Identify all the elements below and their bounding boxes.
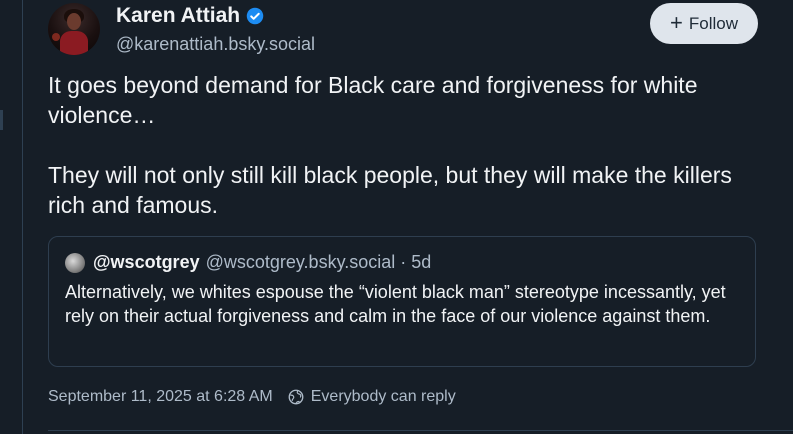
author-avatar[interactable] — [48, 3, 100, 55]
globe-icon — [288, 389, 304, 405]
author-handle[interactable]: @karenattiah.bsky.social — [116, 34, 315, 55]
follow-button[interactable]: + Follow — [650, 3, 758, 44]
avatar-dress — [60, 31, 88, 55]
plus-icon: + — [670, 9, 683, 35]
reply-setting[interactable]: Everybody can reply — [311, 388, 456, 406]
author-name-row: Karen Attiah — [116, 4, 264, 28]
quoted-post[interactable]: @wscotgrey @wscotgrey.bsky.social · 5d A… — [48, 236, 756, 367]
avatar-face — [67, 13, 81, 30]
quoted-author-avatar[interactable] — [65, 252, 85, 273]
author-display-name[interactable]: Karen Attiah — [116, 4, 240, 28]
left-scroll-marker — [0, 110, 3, 130]
follow-button-label: Follow — [688, 13, 738, 33]
quoted-post-text: Alternatively, we whites espouse the “vi… — [65, 282, 726, 326]
left-divider — [0, 0, 23, 434]
avatar-background-light — [52, 33, 60, 41]
separator-dot: · — [400, 252, 407, 272]
quoted-author-handle[interactable]: @wscotgrey.bsky.social — [206, 252, 396, 273]
post-timestamp[interactable]: September 11, 2025 at 6:28 AM — [48, 388, 273, 406]
post-paragraph: They will not only still kill black peop… — [48, 162, 732, 218]
quoted-post-header: @wscotgrey @wscotgrey.bsky.social · 5d — [65, 252, 431, 273]
quoted-post-age[interactable]: 5d — [411, 252, 431, 273]
quoted-author-name[interactable]: @wscotgrey — [93, 252, 200, 273]
post-text: It goes beyond demand for Black care and… — [48, 70, 768, 220]
verified-check-icon — [246, 7, 264, 25]
post-meta: September 11, 2025 at 6:28 AM Everybody … — [48, 388, 456, 406]
bottom-divider — [48, 430, 793, 431]
post-paragraph: It goes beyond demand for Black care and… — [48, 72, 698, 128]
